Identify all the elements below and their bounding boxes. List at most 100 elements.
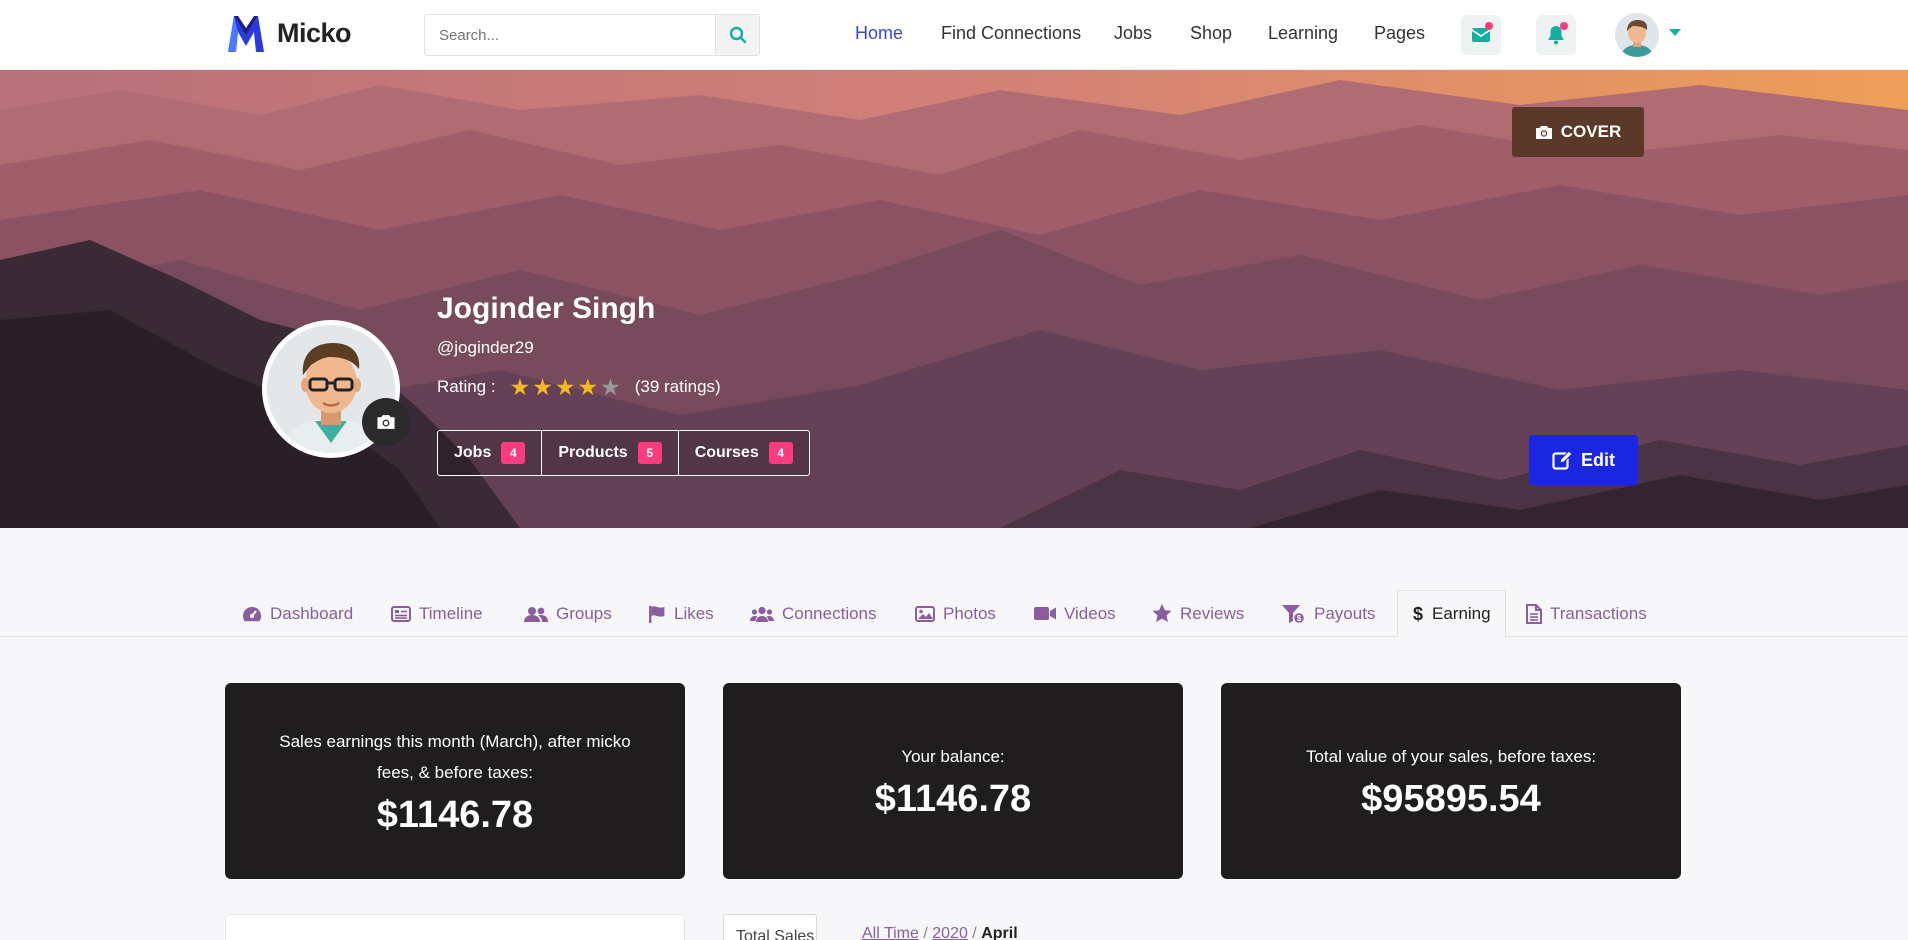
nav-find-connections[interactable]: Find Connections <box>941 23 1081 44</box>
nav-learning[interactable]: Learning <box>1268 23 1338 44</box>
card-label: Total value of your sales, before taxes: <box>1305 747 1597 766</box>
user-avatar[interactable] <box>1615 13 1659 57</box>
nav-pages[interactable]: Pages <box>1374 23 1425 44</box>
tab-earning[interactable]: $ Earning <box>1397 590 1506 638</box>
courses-label: Courses <box>694 444 759 461</box>
profile-username: @joginder29 <box>437 338 534 357</box>
nav-shop[interactable]: Shop <box>1190 23 1232 44</box>
dollar-icon: $ <box>1413 604 1423 624</box>
search-box <box>424 14 760 56</box>
tab-label: Connections <box>782 603 877 623</box>
image-icon <box>915 605 935 622</box>
tab-label: Payouts <box>1314 603 1376 623</box>
tab-label: Videos <box>1064 603 1116 623</box>
crumb-year[interactable]: 2020 <box>932 925 968 940</box>
tab-label: Likes <box>674 603 714 623</box>
jobs-label: Jobs <box>454 444 492 461</box>
connections-icon <box>750 606 774 622</box>
date-breadcrumb: All Time / 2020 / April <box>862 925 1018 940</box>
flag-icon <box>649 605 665 623</box>
star-icon <box>1152 604 1172 622</box>
nav-jobs[interactable]: Jobs <box>1114 23 1152 44</box>
sales-panel <box>225 914 685 940</box>
tab-groups[interactable]: Groups <box>520 590 616 637</box>
card-amount: $95895.54 <box>1361 778 1541 820</box>
tab-videos[interactable]: Videos <box>1030 590 1120 637</box>
camera-icon <box>1535 125 1552 139</box>
tab-label: Groups <box>556 603 612 623</box>
star-filled-icon: ★ <box>554 374 576 400</box>
tab-reviews[interactable]: Reviews <box>1148 590 1248 637</box>
micko-logo[interactable] <box>224 12 268 56</box>
messages-button[interactable] <box>1461 15 1501 55</box>
edit-label: Edit <box>1581 449 1615 470</box>
rating-label: Rating : <box>437 377 496 396</box>
select-value: Total Sales <box>736 928 815 940</box>
bell-notification-dot <box>1560 22 1568 30</box>
courses-count-badge: 4 <box>768 442 793 464</box>
profile-cover: COVER Joginder Singh @joginder29 Rating … <box>0 70 1908 528</box>
edit-profile-button[interactable]: Edit <box>1529 435 1638 485</box>
products-count-badge: 5 <box>637 442 662 464</box>
tab-label: Earning <box>1432 604 1491 623</box>
tab-likes[interactable]: Likes <box>644 590 718 637</box>
profile-tabs: Dashboard Timeline Groups Likes Connecti… <box>0 590 1908 638</box>
tab-dashboard[interactable]: Dashboard <box>238 590 357 637</box>
notifications-button[interactable] <box>1536 15 1576 55</box>
tab-payouts[interactable]: $ Payouts <box>1278 590 1379 637</box>
profile-rating: Rating : ★ ★ ★ ★ ★ (39 ratings) <box>437 374 721 400</box>
user-avatar-icon <box>1615 13 1659 57</box>
tab-photos[interactable]: Photos <box>911 590 1000 637</box>
camera-icon <box>377 415 395 429</box>
video-icon <box>1034 607 1056 620</box>
timeline-icon <box>391 605 411 622</box>
edit-icon <box>1552 450 1572 470</box>
tab-connections[interactable]: Connections <box>746 590 881 637</box>
profile-stats: Jobs 4 Products 5 Courses 4 <box>437 430 810 476</box>
products-pill[interactable]: Products 5 <box>542 431 679 475</box>
search-button[interactable] <box>715 15 759 55</box>
courses-pill[interactable]: Courses 4 <box>679 431 809 475</box>
jobs-count-badge: 4 <box>501 442 526 464</box>
card-amount: $1146.78 <box>376 793 534 836</box>
monthly-earnings-card: Sales earnings this month (March), after… <box>225 683 685 879</box>
crumb-month: April <box>981 925 1018 940</box>
tab-timeline[interactable]: Timeline <box>387 590 487 637</box>
star-filled-icon: ★ <box>509 374 531 400</box>
rating-stars: ★ ★ ★ ★ ★ <box>509 374 621 400</box>
jobs-pill[interactable]: Jobs 4 <box>438 431 543 475</box>
profile-name: Joginder Singh <box>437 292 656 325</box>
card-amount: $1146.78 <box>874 778 1032 820</box>
search-icon <box>729 26 746 44</box>
star-empty-icon: ★ <box>600 374 621 400</box>
card-label: Sales earnings this month (March), after… <box>279 731 631 782</box>
logo-text[interactable]: Micko <box>277 18 352 49</box>
user-menu-caret[interactable] <box>1669 29 1681 36</box>
change-cover-button[interactable]: COVER <box>1512 107 1644 157</box>
tab-transactions[interactable]: Transactions <box>1522 590 1651 637</box>
star-filled-icon: ★ <box>577 374 599 400</box>
nav-home[interactable]: Home <box>855 23 903 44</box>
tab-label: Dashboard <box>270 603 354 623</box>
rating-count: (39 ratings) <box>634 377 721 396</box>
tab-label: Photos <box>943 603 996 623</box>
groups-icon <box>524 606 548 622</box>
sales-type-select[interactable]: Total Sales <box>723 914 817 940</box>
payouts-icon: $ <box>1282 604 1306 624</box>
balance-card: Your balance: $1146.78 <box>723 683 1183 879</box>
tab-label: Reviews <box>1180 603 1245 623</box>
total-sales-card: Total value of your sales, before taxes:… <box>1221 683 1681 879</box>
tab-label: Timeline <box>419 603 483 623</box>
top-navbar: Micko Home Find Connections Jobs Shop Le… <box>0 0 1908 70</box>
svg-text:$: $ <box>1297 614 1302 623</box>
star-filled-icon: ★ <box>532 374 553 400</box>
cover-button-label: COVER <box>1560 122 1622 141</box>
search-input[interactable] <box>425 15 715 55</box>
tab-label: Transactions <box>1550 603 1647 623</box>
crumb-all-time[interactable]: All Time <box>862 925 919 940</box>
change-avatar-button[interactable] <box>362 398 410 446</box>
dashboard-icon <box>243 606 262 621</box>
document-icon <box>1526 603 1542 624</box>
products-label: Products <box>558 444 628 461</box>
mail-notification-dot <box>1485 22 1493 30</box>
